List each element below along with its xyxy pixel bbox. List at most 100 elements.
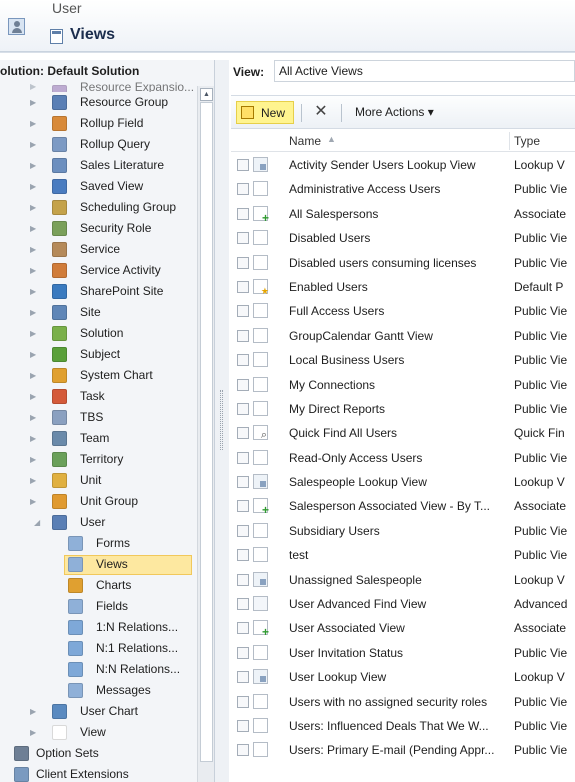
tree-item[interactable]: ▶ View	[0, 722, 197, 743]
view-name[interactable]: Full Access Users	[289, 299, 384, 323]
view-name[interactable]: Subsidiary Users	[289, 519, 380, 543]
row-checkbox[interactable]	[237, 646, 249, 659]
expand-arrow-icon[interactable]: ▶	[30, 113, 36, 134]
row-checkbox[interactable]	[237, 744, 249, 757]
table-row[interactable]: Subsidiary Users Public Vie	[231, 519, 575, 543]
view-name[interactable]: My Direct Reports	[289, 397, 385, 421]
view-name[interactable]: Salespeople Lookup View	[289, 470, 427, 494]
view-name[interactable]: Quick Find All Users	[289, 421, 397, 445]
row-checkbox[interactable]	[237, 159, 249, 171]
expand-arrow-icon[interactable]: ▶	[30, 281, 36, 302]
panel-splitter[interactable]	[215, 60, 229, 782]
scrollbar-thumb[interactable]	[200, 102, 213, 762]
expand-arrow-icon[interactable]: ▶	[30, 428, 36, 449]
table-row[interactable]: Administrative Access Users Public Vie	[231, 177, 575, 201]
tree-item[interactable]: ▶ Solution	[0, 323, 197, 344]
tree-item[interactable]: ▶ Service Activity	[0, 260, 197, 281]
view-name[interactable]: All Salespersons	[289, 202, 378, 226]
view-select[interactable]: All Active Views	[274, 60, 575, 82]
tree-item[interactable]: ▶ TBS	[0, 407, 197, 428]
row-checkbox[interactable]	[237, 622, 249, 635]
tree-item-user-n-1-relations[interactable]: N:1 Relations...	[0, 638, 197, 659]
table-row[interactable]: Users: Primary E-mail (Pending Appr... Pu…	[231, 738, 575, 762]
view-name[interactable]: Disabled Users	[289, 226, 370, 250]
row-checkbox[interactable]	[237, 719, 249, 732]
view-name[interactable]: User Invitation Status	[289, 641, 403, 665]
table-row[interactable]: User Invitation Status Public Vie	[231, 641, 575, 665]
view-name[interactable]: GroupCalendar Gantt View	[289, 324, 433, 348]
navigation-scrollbar[interactable]: ▲	[197, 86, 214, 782]
tree-item[interactable]: ▶ Site	[0, 302, 197, 323]
tree-item[interactable]: ▶ Scheduling Group	[0, 197, 197, 218]
table-row[interactable]: GroupCalendar Gantt View Public Vie	[231, 324, 575, 348]
expand-arrow-icon[interactable]: ▶	[30, 491, 36, 512]
expand-arrow-icon[interactable]: ▶	[30, 92, 36, 113]
table-row[interactable]: Disabled users consuming licenses Public …	[231, 251, 575, 275]
row-checkbox[interactable]	[237, 354, 249, 367]
expand-arrow-icon[interactable]: ▶	[30, 218, 36, 239]
tree-item[interactable]: ▶ Territory	[0, 449, 197, 470]
tree-item[interactable]: ▶ Team	[0, 428, 197, 449]
view-name[interactable]: Users: Primary E-mail (Pending Appr...	[289, 738, 494, 762]
row-checkbox[interactable]	[237, 476, 249, 489]
row-checkbox[interactable]	[237, 695, 249, 708]
expand-arrow-icon[interactable]: ▶	[30, 302, 36, 323]
table-row[interactable]: test Public Vie	[231, 543, 575, 567]
row-checkbox[interactable]	[237, 256, 249, 269]
expand-arrow-icon[interactable]: ▶	[30, 239, 36, 260]
tree-item-user-charts[interactable]: Charts	[0, 575, 197, 596]
tree-item-user-messages[interactable]: Messages	[0, 680, 197, 701]
expand-arrow-icon[interactable]: ▶	[30, 449, 36, 470]
row-checkbox[interactable]	[237, 207, 249, 220]
tree-item[interactable]: ▶ System Chart	[0, 365, 197, 386]
expand-arrow-icon[interactable]: ▶	[30, 323, 36, 344]
expand-arrow-icon[interactable]: ▶	[30, 344, 36, 365]
tree-item-user-1-n-relations[interactable]: 1:N Relations...	[0, 617, 197, 638]
type-column-header[interactable]: Type	[514, 134, 540, 148]
table-row[interactable]: User Associated View Associate	[231, 616, 575, 640]
row-checkbox[interactable]	[237, 232, 249, 245]
table-row[interactable]: Unassigned Salespeople Lookup V	[231, 568, 575, 592]
tree-item[interactable]: ▶ User Chart	[0, 701, 197, 722]
view-name[interactable]: Local Business Users	[289, 348, 404, 372]
tree-item[interactable]: ▶ SharePoint Site	[0, 281, 197, 302]
tree-item[interactable]: ▶ Resource Group	[0, 92, 197, 113]
view-name[interactable]: User Advanced Find View	[289, 592, 426, 616]
expand-arrow-icon[interactable]: ▶	[30, 134, 36, 155]
table-row[interactable]: Enabled Users Default P	[231, 275, 575, 299]
view-name[interactable]: My Connections	[289, 373, 375, 397]
expand-arrow-icon[interactable]: ▶	[30, 701, 36, 722]
view-name[interactable]: Administrative Access Users	[289, 177, 440, 201]
expand-arrow-icon[interactable]: ▶	[30, 155, 36, 176]
expand-arrow-icon[interactable]: ▶	[30, 386, 36, 407]
row-checkbox[interactable]	[237, 549, 249, 562]
table-row[interactable]: User Lookup View Lookup V	[231, 665, 575, 689]
view-name[interactable]: Salesperson Associated View - By T...	[289, 494, 490, 518]
splitter-grip[interactable]	[220, 390, 223, 450]
tree-item[interactable]: ▶ Rollup Query	[0, 134, 197, 155]
tree-item[interactable]: ▶ Resource Expansio...	[0, 82, 197, 92]
view-name[interactable]: test	[289, 543, 308, 567]
view-name[interactable]: Unassigned Salespeople	[289, 568, 422, 592]
expand-arrow-icon[interactable]: ▶	[30, 722, 36, 743]
tree-item[interactable]: ▶ Unit	[0, 470, 197, 491]
collapse-arrow-icon[interactable]: ◢	[34, 512, 40, 533]
row-checkbox[interactable]	[237, 329, 249, 342]
row-checkbox[interactable]	[237, 500, 249, 513]
table-row[interactable]: User Advanced Find View Advanced	[231, 592, 575, 616]
row-checkbox[interactable]	[237, 183, 249, 196]
table-row[interactable]: Disabled Users Public Vie	[231, 226, 575, 250]
expand-arrow-icon[interactable]: ▶	[30, 197, 36, 218]
table-row[interactable]: Users with no assigned security roles Pub…	[231, 690, 575, 714]
tree-item[interactable]: ▶ Subject	[0, 344, 197, 365]
tree-item-user-fields[interactable]: Fields	[0, 596, 197, 617]
expand-arrow-icon[interactable]: ▶	[30, 260, 36, 281]
expand-arrow-icon[interactable]: ▶	[30, 82, 36, 92]
view-name[interactable]: Read-Only Access Users	[289, 446, 422, 470]
row-checkbox[interactable]	[237, 671, 249, 684]
tree-item[interactable]: ▶ Task	[0, 386, 197, 407]
more-actions-button[interactable]: More Actions ▾	[355, 105, 434, 119]
name-column-header[interactable]: Name	[289, 134, 321, 148]
row-checkbox[interactable]	[237, 573, 249, 586]
table-row[interactable]: Full Access Users Public Vie	[231, 299, 575, 323]
